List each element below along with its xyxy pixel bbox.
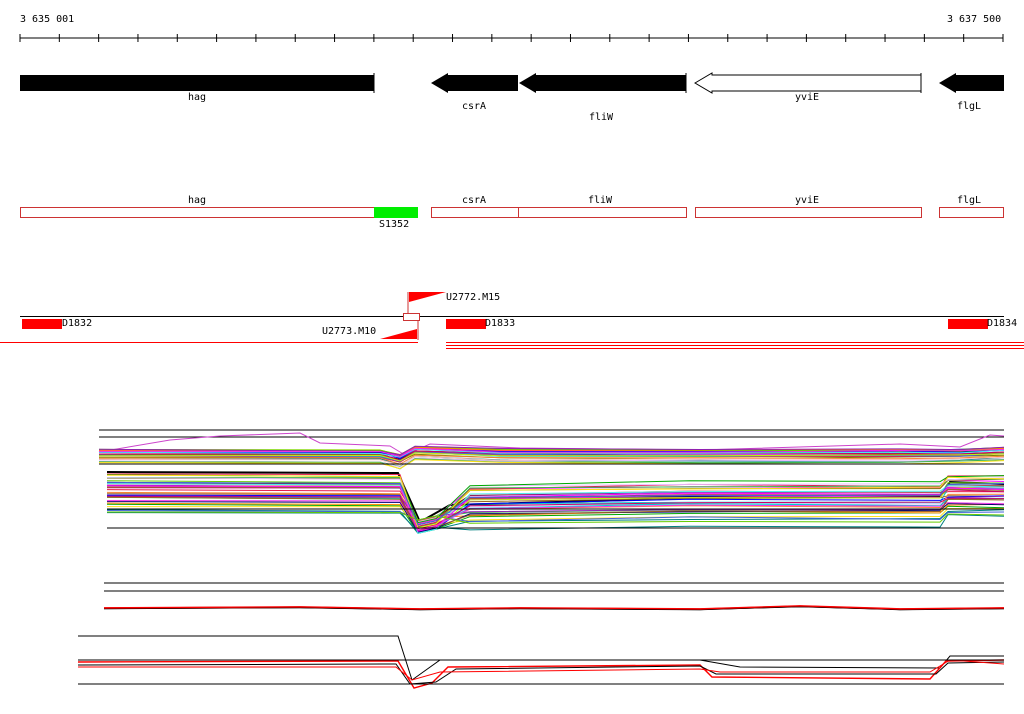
flag-label-U2772-M15: U2772.M15: [446, 292, 501, 303]
profile-line: [78, 635, 1004, 681]
gene-hag-arrow[interactable]: [20, 75, 374, 91]
gene-track: [20, 72, 1004, 94]
position-ruler: [19, 34, 1004, 42]
segment-D1832-block[interactable]: [22, 319, 62, 329]
gene-label-hag: hag: [188, 92, 207, 103]
annotation-S1352-box[interactable]: [374, 207, 418, 218]
profile-line: [106, 483, 1005, 534]
expression-profiles: [77, 429, 1005, 689]
annotation-hag-box[interactable]: [20, 207, 375, 218]
annotation-track: [20, 207, 1004, 218]
annotation-label-csrA: csrA: [462, 195, 487, 206]
gene-label-csrA: csrA: [462, 101, 487, 112]
annotation-fliW-box[interactable]: [518, 207, 687, 218]
gene-fliW-arrow[interactable]: [519, 73, 686, 93]
annotation-label-flgL: flgL: [957, 195, 982, 206]
genome-browser-view: 3 635 001 3 637 500 hag csrA fliW yviE f…: [0, 0, 1024, 714]
flag-label-U2773-M10: U2773.M10: [322, 326, 377, 337]
gene-csrA-arrow[interactable]: [431, 73, 518, 93]
gene-flgL-arrow[interactable]: [939, 73, 1004, 93]
ruler-start-label: 3 635 001: [20, 14, 75, 25]
profile-line: [77, 661, 1005, 685]
annotation-label-S1352: S1352: [379, 219, 410, 230]
annotation-label-hag: hag: [188, 195, 207, 206]
annotation-flgL-box[interactable]: [939, 207, 1004, 218]
ruler-end-label: 3 637 500: [947, 14, 1002, 25]
profile-line: [78, 659, 1005, 681]
segment-D1834-block[interactable]: [948, 319, 988, 329]
segment-label-D1834: D1834: [987, 318, 1018, 329]
annotation-label-fliW: fliW: [588, 195, 613, 206]
segment-label-D1832: D1832: [62, 318, 93, 329]
annotation-yviE-box[interactable]: [695, 207, 922, 218]
flag-U2772-M15[interactable]: [409, 292, 446, 302]
annotation-label-yviE: yviE: [795, 195, 820, 206]
segment-label-D1833: D1833: [485, 318, 516, 329]
annotation-csrA-box[interactable]: [431, 207, 519, 218]
gene-yviE-arrow[interactable]: [694, 72, 922, 94]
track-canvas: [0, 34, 1024, 689]
gene-label-fliW: fliW: [589, 112, 614, 123]
segment-junction-box: [403, 313, 420, 321]
flag-U2773-M10[interactable]: [380, 329, 417, 339]
segment-D1833-block[interactable]: [446, 319, 486, 329]
gene-label-flgL: flgL: [957, 101, 982, 112]
gene-label-yviE: yviE: [795, 92, 820, 103]
